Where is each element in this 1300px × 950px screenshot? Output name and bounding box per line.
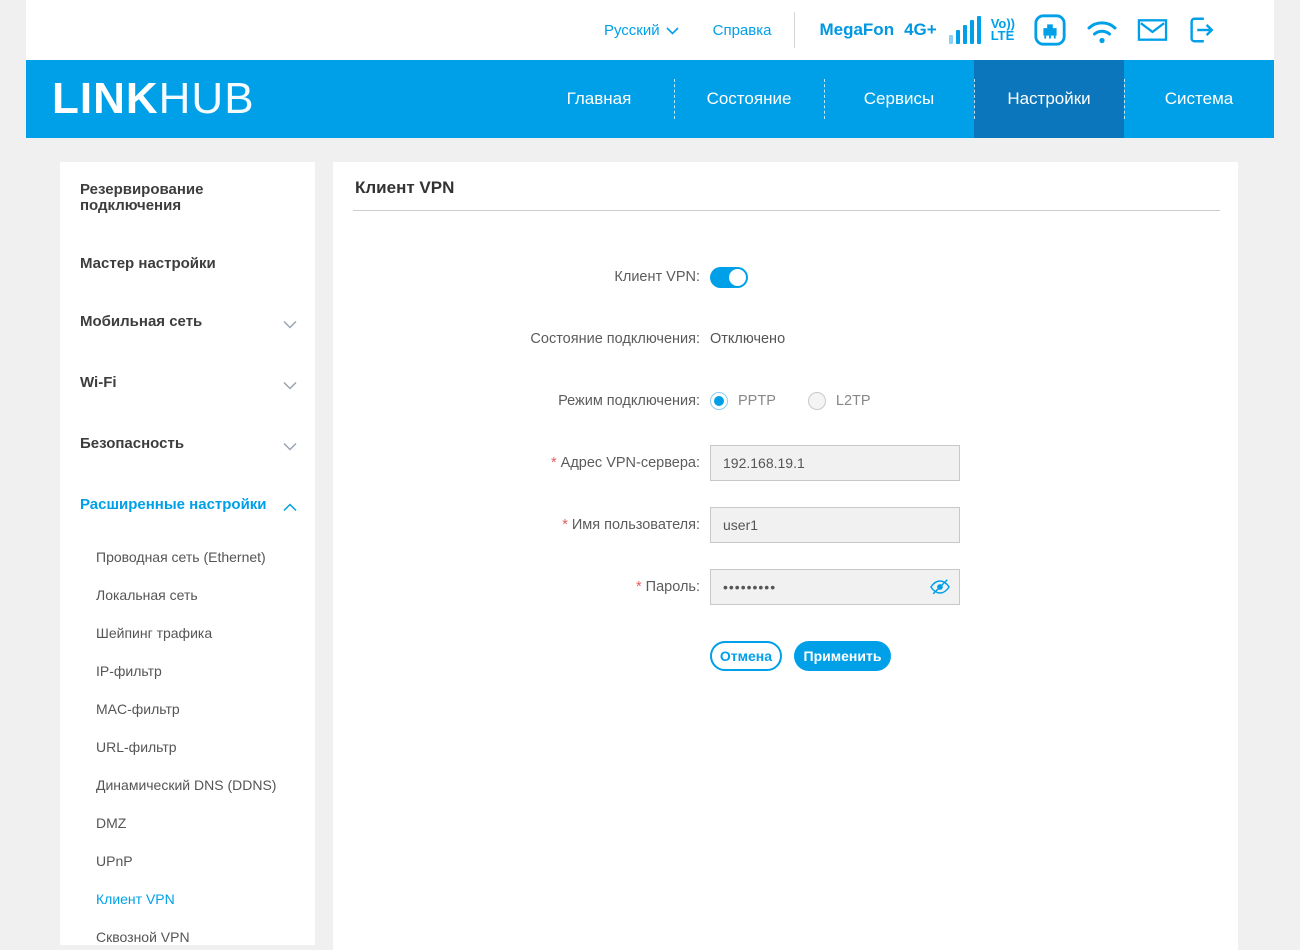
- tab-sostoyanie[interactable]: Состояние: [674, 60, 824, 138]
- sidebar-subitem-upnp[interactable]: UPnP: [96, 854, 297, 868]
- logout-icon[interactable]: [1186, 14, 1216, 46]
- sidebar-item-wifi[interactable]: Wi-Fi: [80, 375, 297, 394]
- volte-icon: Vo)) LTE: [990, 16, 1015, 43]
- sidebar-subitem-vpn-client[interactable]: Клиент VPN: [96, 892, 297, 906]
- required-marker: *: [562, 517, 568, 533]
- connection-status-row: Состояние подключения: Отключено: [333, 321, 1238, 357]
- sidebar-subitem-ddns[interactable]: Динамический DNS (DDNS): [96, 778, 297, 792]
- vpn-client-toggle[interactable]: [710, 266, 748, 288]
- sidebar-item-mobile-network[interactable]: Мобильная сеть: [80, 314, 297, 333]
- tab-glavnaya[interactable]: Главная: [524, 60, 674, 138]
- ethernet-icon: [1033, 13, 1067, 47]
- required-marker: *: [551, 455, 557, 471]
- radio-circle: [807, 392, 826, 410]
- connection-mode-row: Режим подключения: PPTP L2TP: [333, 383, 1238, 419]
- sidebar-item-backup-connection[interactable]: Резервирование подключения: [80, 182, 297, 214]
- username-input[interactable]: [710, 507, 960, 543]
- vpn-client-panel: Клиент VPN Клиент VPN: Состояние подключ…: [333, 162, 1238, 950]
- sidebar-item-setup-wizard[interactable]: Мастер настройки: [80, 256, 297, 272]
- chevron-up-icon: [283, 500, 297, 516]
- sidebar-subitem-traffic-shaping[interactable]: Шейпинг трафика: [96, 626, 297, 640]
- vpn-server-input[interactable]: [710, 445, 960, 481]
- nav-tabs: Главная Состояние Сервисы Настройки Сист…: [524, 60, 1274, 138]
- tab-servisy[interactable]: Сервисы: [824, 60, 974, 138]
- tab-nastroyki[interactable]: Настройки: [974, 60, 1124, 138]
- sidebar-subitem-dmz[interactable]: DMZ: [96, 816, 297, 830]
- eye-slash-icon[interactable]: [929, 577, 951, 602]
- tab-sistema[interactable]: Система: [1124, 60, 1274, 138]
- sidebar-item-advanced-settings[interactable]: Расширенные настройки: [80, 497, 297, 516]
- connection-mode-label: Режим подключения:: [558, 393, 700, 409]
- topbar: Русский Справка MegaFon 4G+ Vo)) LTE: [26, 0, 1274, 60]
- chevron-down-icon: [666, 22, 679, 39]
- sidebar-subitem-wired-ethernet[interactable]: Проводная сеть (Ethernet): [96, 550, 297, 564]
- network-type: 4G+: [904, 20, 937, 39]
- settings-sidebar: Резервирование подключения Мастер настро…: [60, 162, 315, 945]
- connection-status-label: Состояние подключения:: [530, 331, 700, 347]
- apply-button[interactable]: Применить: [794, 641, 891, 671]
- page-title: Клиент VPN: [355, 178, 455, 197]
- vpn-server-row: * Адрес VPN-сервера:: [333, 445, 1238, 481]
- vpn-toggle-label: Клиент VPN:: [614, 269, 700, 285]
- username-label: * Имя пользователя:: [562, 517, 700, 533]
- main-navbar: LINKHUB Главная Состояние Сервисы Настро…: [26, 60, 1274, 138]
- cancel-button[interactable]: Отмена: [710, 641, 782, 671]
- password-input[interactable]: [710, 569, 960, 605]
- sidebar-subitem-url-filter[interactable]: URL-фильтр: [96, 740, 297, 754]
- vpn-client-form: Клиент VPN: Состояние подключения: Отклю…: [333, 259, 1238, 671]
- mail-icon[interactable]: [1137, 17, 1168, 43]
- sidebar-subitem-vpn-passthrough[interactable]: Сквозной VPN: [96, 930, 297, 944]
- sidebar-item-security[interactable]: Безопасность: [80, 436, 297, 455]
- chevron-down-icon: [283, 317, 297, 333]
- username-row: * Имя пользователя:: [333, 507, 1238, 543]
- chevron-down-icon: [283, 378, 297, 394]
- password-label: * Пароль:: [636, 579, 700, 595]
- language-selector[interactable]: Русский: [604, 22, 679, 39]
- operator-name: MegaFon: [819, 20, 895, 39]
- vpn-toggle-row: Клиент VPN:: [333, 259, 1238, 295]
- required-marker: *: [636, 579, 642, 595]
- form-buttons: Отмена Применить: [710, 641, 1238, 671]
- radio-l2tp[interactable]: L2TP: [807, 392, 871, 410]
- title-divider: [353, 210, 1220, 211]
- toggle-knob: [729, 268, 746, 286]
- topbar-divider: [794, 12, 796, 48]
- connection-status-value: Отключено: [710, 331, 786, 347]
- sidebar-subitem-local-network[interactable]: Локальная сеть: [96, 588, 297, 602]
- help-link[interactable]: Справка: [713, 22, 772, 39]
- linkhub-logo: LINKHUB: [52, 74, 255, 123]
- chevron-down-icon: [283, 439, 297, 455]
- radio-pptp[interactable]: PPTP: [710, 392, 776, 410]
- password-row: * Пароль:: [333, 569, 1238, 605]
- radio-circle: [710, 392, 728, 410]
- wifi-icon: [1085, 15, 1119, 45]
- signal-bars-icon: [948, 16, 981, 44]
- language-label: Русский: [603, 21, 660, 39]
- sidebar-subitem-ip-filter[interactable]: IP-фильтр: [96, 664, 297, 678]
- sidebar-subitem-mac-filter[interactable]: MAC-фильтр: [96, 702, 297, 716]
- vpn-server-label: * Адрес VPN-сервера:: [551, 455, 700, 471]
